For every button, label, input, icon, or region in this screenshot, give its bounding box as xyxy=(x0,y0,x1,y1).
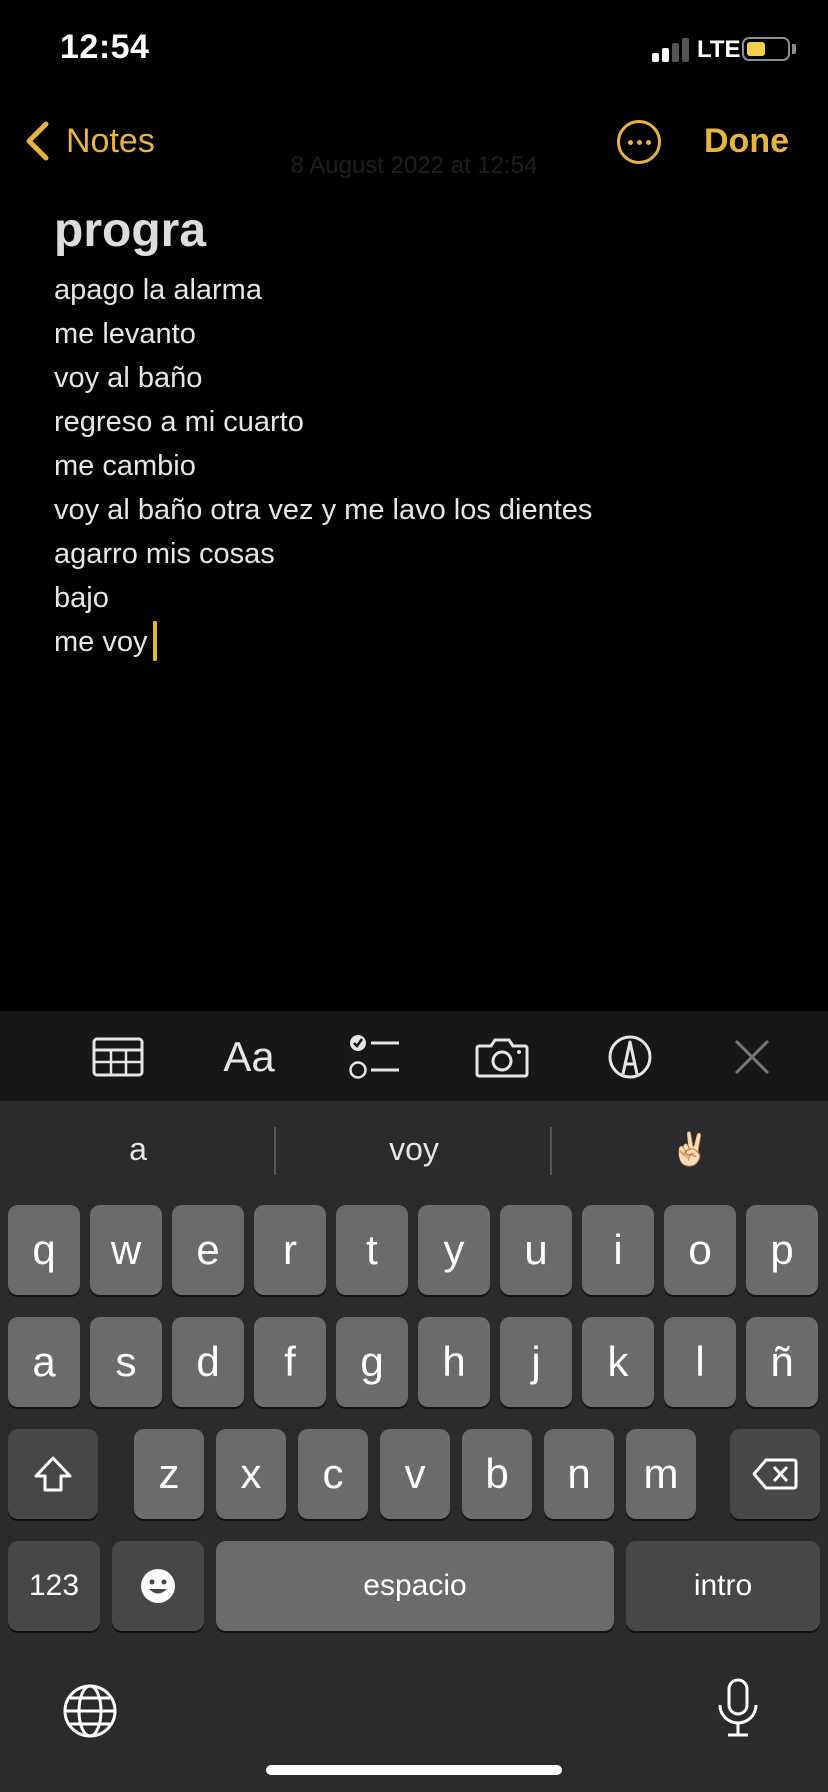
key-f[interactable]: f xyxy=(254,1317,326,1407)
prediction-item[interactable]: a xyxy=(0,1101,276,1197)
key-ñ[interactable]: ñ xyxy=(746,1317,818,1407)
emoji-icon xyxy=(141,1569,175,1603)
key-b[interactable]: b xyxy=(462,1429,532,1519)
note-line: agarro mis cosas xyxy=(54,538,275,570)
note-line: apago la alarma xyxy=(54,274,262,306)
key-d[interactable]: d xyxy=(172,1317,244,1407)
key-j[interactable]: j xyxy=(500,1317,572,1407)
key-g[interactable]: g xyxy=(336,1317,408,1407)
shift-icon xyxy=(34,1456,72,1492)
note-body[interactable]: apago la alarma me levanto voy al baño r… xyxy=(54,268,794,664)
shift-key[interactable] xyxy=(8,1429,98,1519)
done-button[interactable]: Done xyxy=(704,122,789,161)
emoji-key[interactable] xyxy=(112,1541,204,1631)
note-line: voy al baño otra vez y me lavo los dient… xyxy=(54,494,593,526)
space-key[interactable]: espacio xyxy=(216,1541,614,1631)
key-l[interactable]: l xyxy=(664,1317,736,1407)
network-type: LTE xyxy=(697,36,741,63)
format-toolbar: Aa xyxy=(0,1011,828,1101)
battery-cap xyxy=(792,44,796,54)
note-line: me levanto xyxy=(54,318,196,350)
key-o[interactable]: o xyxy=(664,1205,736,1295)
signal-icon xyxy=(652,36,692,62)
key-t[interactable]: t xyxy=(336,1205,408,1295)
battery-icon xyxy=(742,37,790,61)
checklist-icon[interactable] xyxy=(345,1033,405,1081)
markup-pen-icon[interactable] xyxy=(600,1033,660,1081)
note-line: bajo xyxy=(54,582,109,614)
key-c[interactable]: c xyxy=(298,1429,368,1519)
key-y[interactable]: y xyxy=(418,1205,490,1295)
note-line-text: me voy xyxy=(54,626,148,658)
key-s[interactable]: s xyxy=(90,1317,162,1407)
prediction-item[interactable]: ✌🏻 xyxy=(552,1101,828,1197)
note-editor[interactable]: progra apago la alarma me levanto voy al… xyxy=(54,200,794,664)
return-key[interactable]: intro xyxy=(626,1541,820,1631)
backspace-icon xyxy=(752,1458,798,1490)
key-x[interactable]: x xyxy=(216,1429,286,1519)
nav-bar: Notes 8 August 2022 at 12:54 Done xyxy=(0,100,828,190)
camera-icon[interactable] xyxy=(472,1033,532,1081)
key-m[interactable]: m xyxy=(626,1429,696,1519)
table-icon[interactable] xyxy=(88,1033,148,1081)
key-p[interactable]: p xyxy=(746,1205,818,1295)
note-title[interactable]: progra xyxy=(54,200,794,262)
key-e[interactable]: e xyxy=(172,1205,244,1295)
prediction-item[interactable]: voy xyxy=(276,1101,552,1197)
microphone-icon[interactable] xyxy=(714,1677,762,1739)
key-z[interactable]: z xyxy=(134,1429,204,1519)
key-r[interactable]: r xyxy=(254,1205,326,1295)
note-line-last: me voy xyxy=(54,620,794,664)
key-i[interactable]: i xyxy=(582,1205,654,1295)
format-text-button[interactable]: Aa xyxy=(217,1033,281,1081)
key-u[interactable]: u xyxy=(500,1205,572,1295)
prediction-bar: a voy ✌🏻 xyxy=(0,1101,828,1197)
close-icon[interactable] xyxy=(722,1033,782,1081)
note-line: me cambio xyxy=(54,450,196,482)
status-time: 12:54 xyxy=(60,28,150,66)
home-indicator xyxy=(266,1765,562,1775)
key-v[interactable]: v xyxy=(380,1429,450,1519)
key-q[interactable]: q xyxy=(8,1205,80,1295)
note-line: voy al baño xyxy=(54,362,203,394)
text-cursor xyxy=(153,621,158,661)
delete-key[interactable] xyxy=(730,1429,820,1519)
key-n[interactable]: n xyxy=(544,1429,614,1519)
globe-icon[interactable] xyxy=(62,1683,118,1739)
key-a[interactable]: a xyxy=(8,1317,80,1407)
numbers-key[interactable]: 123 xyxy=(8,1541,100,1631)
more-options-icon[interactable] xyxy=(617,120,661,164)
key-w[interactable]: w xyxy=(90,1205,162,1295)
key-k[interactable]: k xyxy=(582,1317,654,1407)
key-h[interactable]: h xyxy=(418,1317,490,1407)
status-bar: 12:54 LTE xyxy=(0,0,828,100)
note-line: regreso a mi cuarto xyxy=(54,406,304,438)
